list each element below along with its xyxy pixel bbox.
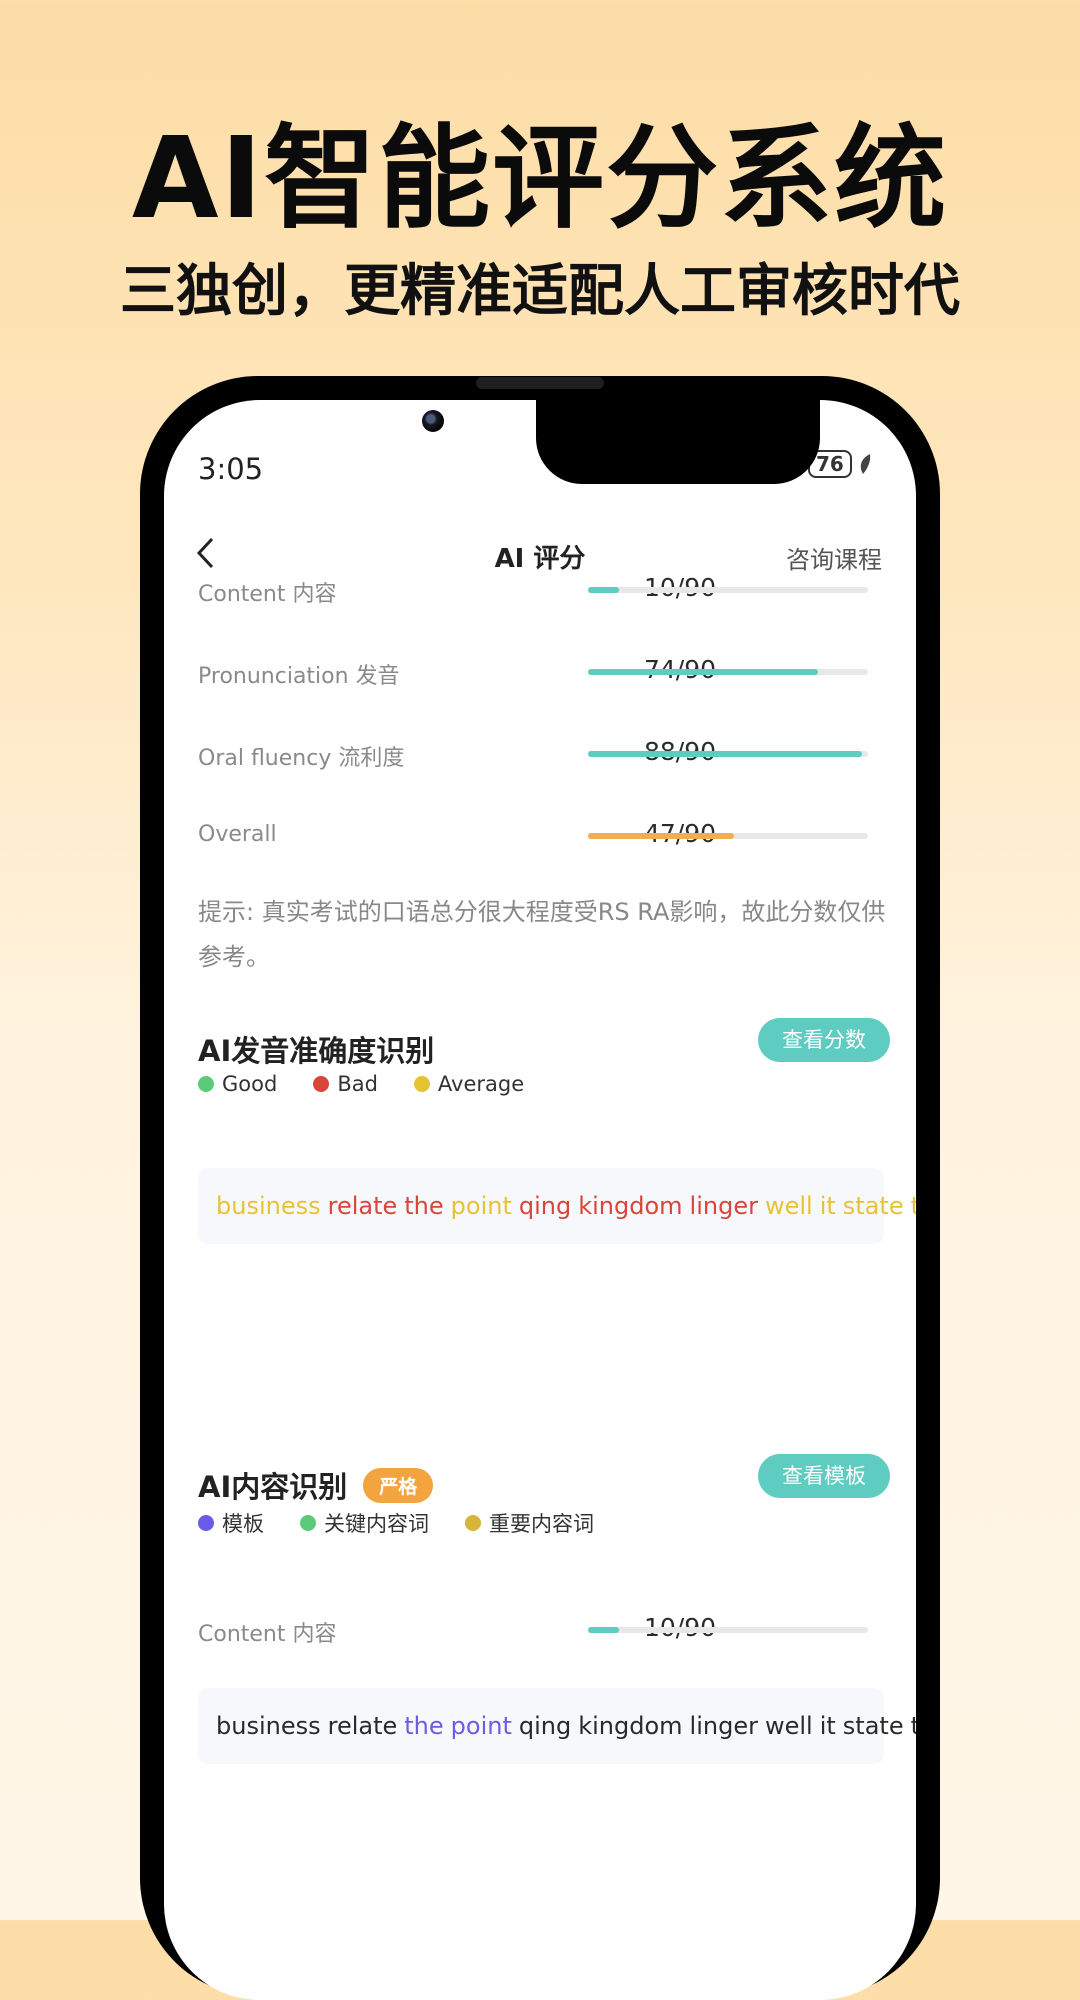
leaf-icon: [860, 454, 871, 474]
word: business: [216, 1192, 321, 1220]
content-legend: 模板 关键内容词 重要内容词: [198, 1508, 594, 1538]
content-score-bar-fill: [588, 1627, 619, 1633]
legend-item: 模板: [198, 1508, 264, 1538]
legend-label: 重要内容词: [489, 1512, 594, 1536]
camera-icon: [422, 410, 444, 432]
notch: [536, 400, 820, 484]
speaker: [476, 377, 604, 389]
legend-dot-icon: [465, 1515, 481, 1531]
score-hint: 提示: 真实考试的口语总分很大程度受RS RA影响，故此分数仅供参考。: [198, 898, 886, 971]
legend-item: Average: [413, 1072, 525, 1096]
legend-item: 关键内容词: [300, 1508, 429, 1538]
legend-label: Average: [437, 1072, 525, 1096]
word: the: [404, 1712, 444, 1740]
word: business: [216, 1712, 321, 1740]
score-bar: [588, 587, 868, 593]
score-bar-fill: [588, 587, 619, 593]
score-bar-fill: [588, 669, 818, 675]
promo-subheadline: 三独创，更精准适配人工审核时代: [120, 259, 960, 324]
word: linger: [689, 1192, 758, 1220]
score-label: Pronunciation 发音: [198, 664, 400, 689]
word: point: [450, 1712, 512, 1740]
legend-label: Bad: [337, 1072, 378, 1096]
phone-frame: 3:05 4G 76: [140, 376, 940, 2000]
legend-dot-icon: [198, 1515, 214, 1531]
score-bar: [588, 833, 868, 839]
legend-item: Good: [198, 1072, 277, 1096]
word: the: [404, 1192, 444, 1220]
word: it: [819, 1192, 836, 1220]
word: qing: [518, 1712, 572, 1740]
word: that: [910, 1712, 916, 1740]
word: linger: [689, 1712, 758, 1740]
status-time: 3:05: [198, 452, 264, 486]
legend-item: 重要内容词: [465, 1508, 594, 1538]
consult-course-link[interactable]: 咨询课程: [786, 540, 882, 575]
legend-label: 模板: [222, 1512, 264, 1536]
word: well: [764, 1192, 813, 1220]
legend-dot-icon: [413, 1076, 430, 1092]
word: kingdom: [578, 1712, 683, 1740]
word: qing: [518, 1192, 572, 1220]
word: it: [819, 1712, 836, 1740]
legend-label: Good: [222, 1072, 278, 1096]
word: kingdom: [578, 1192, 683, 1220]
strict-badge: 严格: [363, 1468, 434, 1503]
word: state: [842, 1192, 904, 1220]
pronunciation-legend: Good Bad Average: [198, 1072, 524, 1096]
word: relate: [327, 1712, 398, 1740]
view-score-button[interactable]: 查看分数: [758, 1018, 890, 1062]
content-score-label: Content 内容: [198, 1622, 337, 1647]
content-text-box: business relate the point qing kingdom linger w…: [198, 1688, 916, 1764]
pronunciation-text-box: business relate the point qing kingdom linger w…: [198, 1168, 916, 1244]
legend-label: 关键内容词: [324, 1512, 429, 1536]
legend-item: Bad: [313, 1072, 378, 1096]
score-bar: [588, 751, 868, 757]
score-label: Content 内容: [198, 582, 337, 607]
score-bar-fill: [588, 751, 863, 757]
word: state: [842, 1712, 904, 1740]
word: relate: [327, 1192, 398, 1220]
word: well: [764, 1712, 813, 1740]
content-score-bar: [588, 1627, 868, 1633]
phone-screen: 3:05 4G 76: [164, 400, 916, 2000]
legend-dot-icon: [313, 1076, 330, 1092]
legend-dot-icon: [300, 1515, 316, 1531]
view-template-button[interactable]: 查看模板: [758, 1454, 890, 1498]
score-label: Overall: [198, 822, 277, 847]
promo-headline: AI智能评分系统: [131, 114, 949, 244]
content-section-title: AI内容识别: [198, 1470, 348, 1504]
legend-dot-icon: [198, 1076, 214, 1092]
word: point: [450, 1192, 512, 1220]
score-label: Oral fluency 流利度: [198, 746, 405, 771]
score-bar: [588, 669, 868, 675]
word: that: [910, 1192, 916, 1220]
content-section-title-wrap: AI内容识别 严格: [198, 1464, 434, 1506]
score-bar-fill: [588, 833, 734, 839]
pronunciation-section-title: AI发音准确度识别: [198, 1034, 435, 1068]
